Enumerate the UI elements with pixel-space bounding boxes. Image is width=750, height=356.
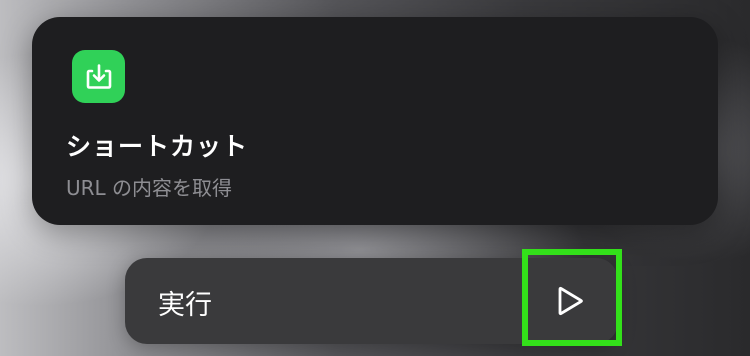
card-subtitle: URL の内容を取得 [66, 176, 233, 200]
shortcut-card[interactable]: ショートカット URL の内容を取得 [32, 17, 718, 225]
play-icon [558, 286, 583, 316]
play-button[interactable] [552, 283, 588, 319]
tray-download-icon [86, 63, 111, 89]
shortcuts-app-icon [72, 50, 125, 103]
card-title: ショートカット [66, 132, 249, 161]
run-label: 実行 [158, 290, 212, 321]
